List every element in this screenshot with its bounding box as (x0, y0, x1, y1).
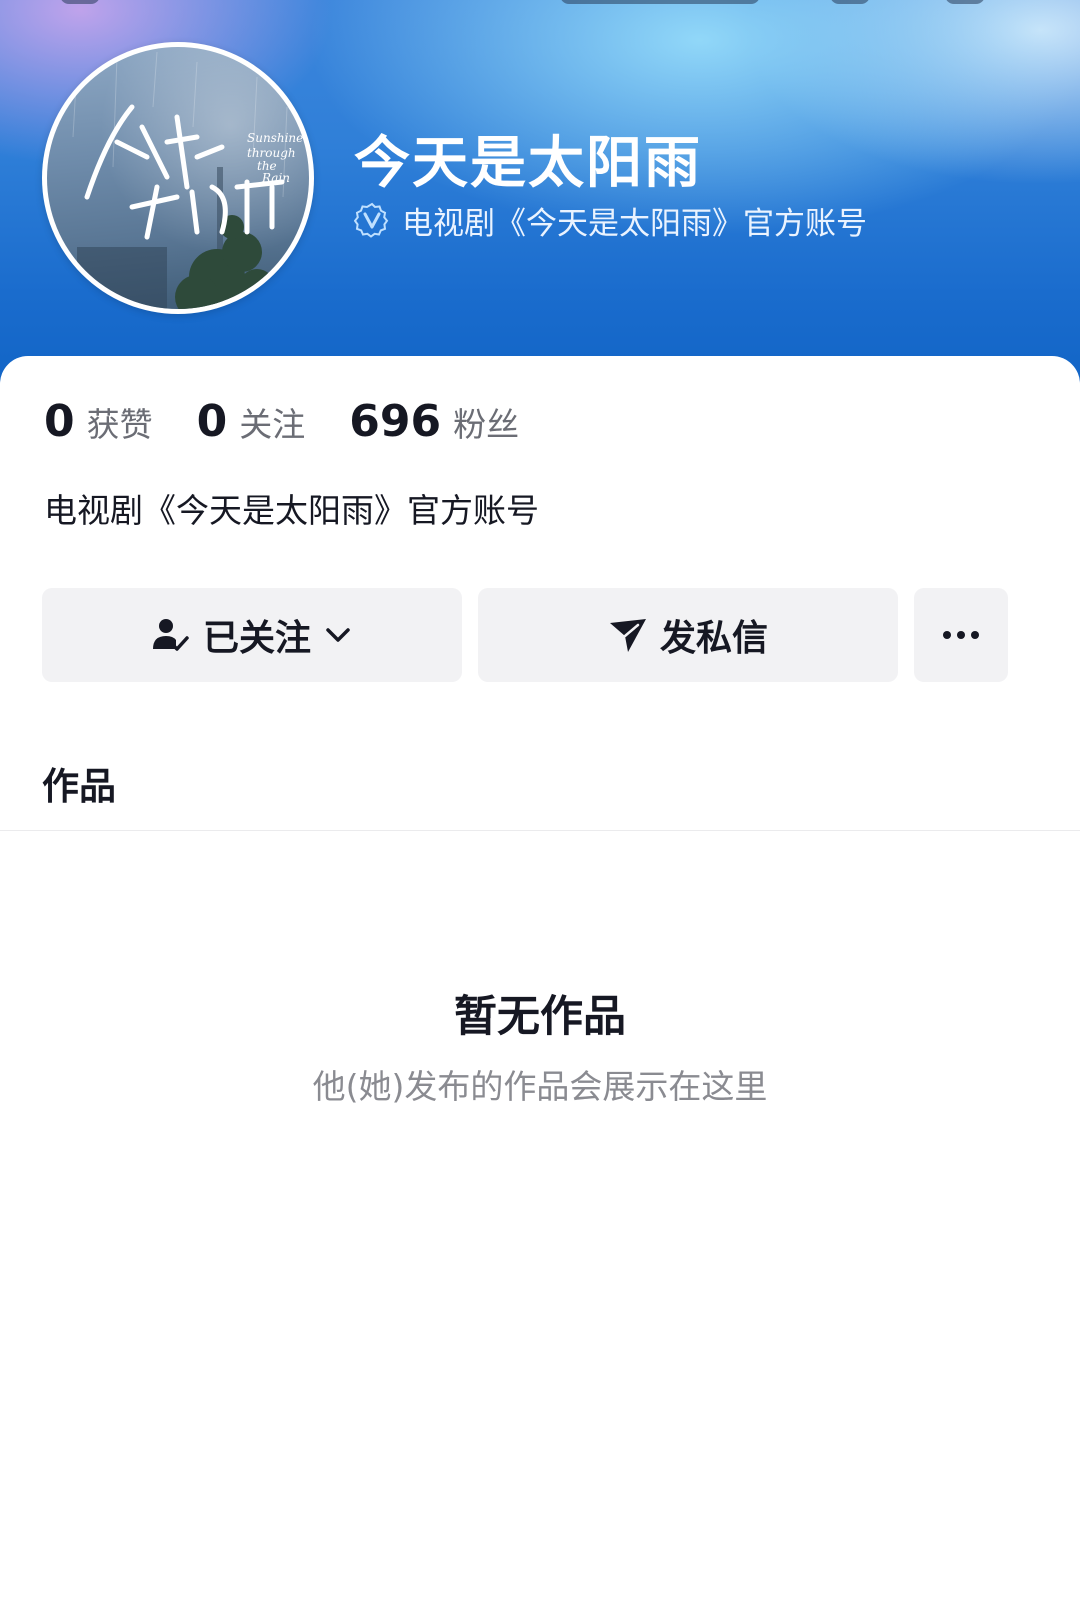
verification-text: 电视剧《今天是太阳雨》官方账号 (402, 205, 867, 242)
stat-followers-label: 粉丝 (453, 405, 520, 444)
stat-followers-value: 696 (349, 396, 442, 447)
verification-row: 电视剧《今天是太阳雨》官方账号 (354, 198, 867, 242)
tab-divider (0, 830, 1080, 831)
verified-badge-icon (354, 202, 389, 238)
stat-followers[interactable]: 696 粉丝 (349, 396, 519, 447)
status-bar-fragment (560, 0, 760, 4)
followed-button-label: 已关注 (202, 618, 311, 659)
send-message-label: 发私信 (659, 618, 768, 659)
status-bar-fragment (945, 0, 985, 4)
profile-bio: 电视剧《今天是太阳雨》官方账号 (44, 491, 539, 530)
status-bar-fragment (830, 0, 870, 4)
profile-name: 今天是太阳雨 (354, 131, 702, 196)
more-options-button[interactable] (914, 588, 1008, 682)
avatar-image: Sunshine through the Rain (47, 47, 309, 309)
send-message-button[interactable]: 发私信 (478, 588, 898, 682)
more-dots-icon (943, 631, 979, 639)
stat-following-label: 关注 (239, 405, 306, 444)
empty-state-title: 暂无作品 (454, 992, 626, 1042)
chevron-down-icon (326, 628, 350, 642)
svg-text:through: through (247, 146, 296, 160)
svg-text:Rain: Rain (261, 171, 290, 185)
stat-likes-label: 获赞 (86, 405, 153, 444)
tab-works[interactable]: 作品 (42, 756, 116, 810)
profile-page: Sunshine through the Rain 今天是太阳雨 电视剧《今天是… (0, 0, 1080, 1617)
avatar-artwork: Sunshine through the Rain (72, 51, 303, 309)
stat-following[interactable]: 0 关注 (197, 396, 306, 447)
svg-text:Sunshine: Sunshine (247, 131, 303, 145)
followed-button[interactable]: 已关注 (42, 588, 462, 682)
stat-following-value: 0 (196, 396, 228, 447)
avatar[interactable]: Sunshine through the Rain (42, 42, 314, 314)
profile-card: 0 获赞 0 关注 696 粉丝 电视剧《今天是太阳雨》官方账号 已关注 发私信… (0, 356, 1080, 1617)
send-icon (609, 619, 646, 652)
user-check-icon (152, 619, 189, 651)
profile-stats: 0 获赞 0 关注 696 粉丝 (44, 396, 563, 456)
status-bar-fragment (60, 0, 100, 4)
stat-likes-value: 0 (44, 396, 75, 447)
empty-state-subtitle: 他(她)发布的作品会展示在这里 (312, 1067, 768, 1106)
stat-likes[interactable]: 0 获赞 (44, 396, 153, 447)
